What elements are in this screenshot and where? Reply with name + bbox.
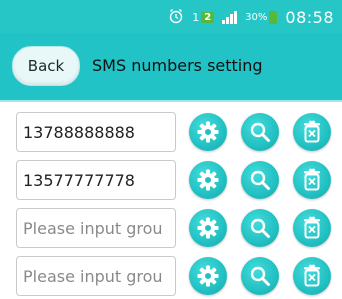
gear-icon [196, 264, 220, 288]
phone-number-input[interactable] [16, 256, 176, 296]
trash-icon [301, 120, 323, 144]
delete-button[interactable] [293, 161, 331, 199]
list-item [0, 255, 342, 299]
battery-percent: 30% [245, 11, 268, 23]
delete-button[interactable] [293, 209, 331, 247]
list-item [0, 111, 342, 155]
gear-icon [196, 216, 220, 240]
back-button[interactable]: Back [12, 46, 80, 86]
sim-badge: 2 [201, 11, 215, 23]
gear-icon [196, 168, 220, 192]
settings-button[interactable] [189, 209, 227, 247]
app-header: Back SMS numbers setting [0, 33, 342, 102]
alarm-clock-icon [168, 8, 184, 27]
list-item [0, 159, 342, 203]
gear-icon [196, 120, 220, 144]
search-button[interactable] [241, 113, 279, 151]
sim-indicator: 1 2 [192, 10, 215, 24]
search-icon [248, 120, 272, 144]
status-icons: 1 2 30% 08:58 [168, 6, 334, 28]
search-button[interactable] [241, 161, 279, 199]
delete-button[interactable] [293, 257, 331, 295]
trash-icon [301, 216, 323, 240]
search-icon [248, 264, 272, 288]
battery-icon [269, 10, 278, 24]
search-button[interactable] [241, 209, 279, 247]
sim-slot: 1 [192, 10, 200, 24]
settings-button[interactable] [189, 161, 227, 199]
trash-icon [301, 264, 323, 288]
list-item [0, 207, 342, 251]
back-button-label: Back [27, 57, 65, 75]
phone-number-input[interactable] [16, 112, 176, 152]
phone-number-input[interactable] [16, 208, 176, 248]
battery-indicator: 30% [245, 10, 278, 24]
trash-icon [301, 168, 323, 192]
delete-button[interactable] [293, 113, 331, 151]
page-title: SMS numbers setting [92, 56, 263, 75]
clock-time: 08:58 [285, 7, 334, 27]
signal-icon [222, 10, 238, 24]
search-icon [248, 216, 272, 240]
phone-number-input[interactable] [16, 160, 176, 200]
search-button[interactable] [241, 257, 279, 295]
settings-button[interactable] [189, 257, 227, 295]
search-icon [248, 168, 272, 192]
status-bar: 1 2 30% 08:58 [0, 0, 342, 33]
settings-button[interactable] [189, 113, 227, 151]
